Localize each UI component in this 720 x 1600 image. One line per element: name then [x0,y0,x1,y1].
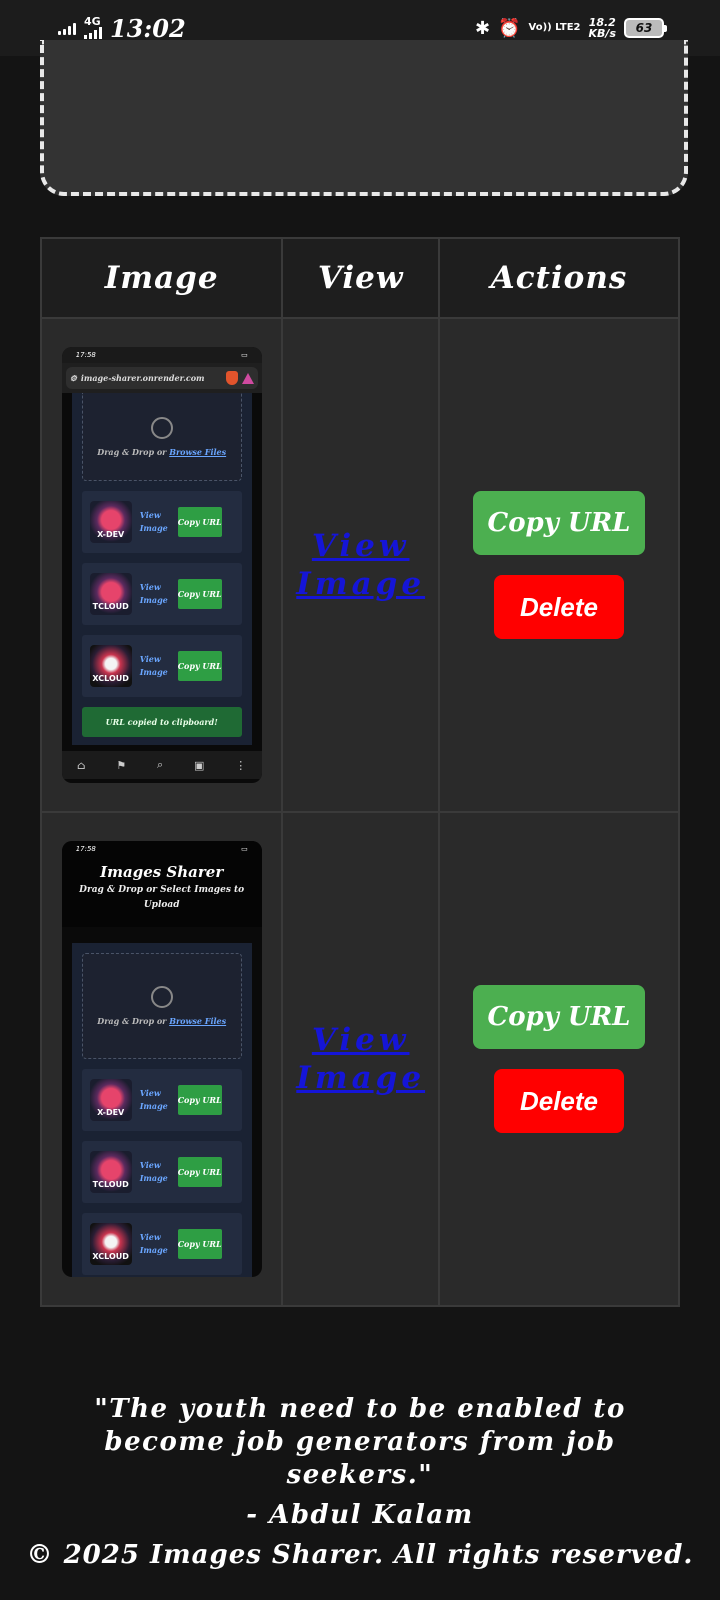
delete-button[interactable]: Delete [493,575,624,639]
thumb-view-link: View Image [139,1232,168,1255]
thumb-dropzone: Drag & Drop or Browse Files [81,393,242,481]
alarm-icon: ⏰ [498,17,521,39]
thumb-address-bar: ⚙ image-sharer.onrender.com [61,363,262,393]
thumb-drop-text: Drag & Drop or [97,446,167,457]
thumb-copy-button: Copy URL [177,507,222,537]
thumb-logo: X-DEV [89,1079,132,1121]
thumb-logo: TCLOUD [89,573,132,615]
thumb-tune-icon: ⚙ [69,373,77,383]
table-row: 17:58 ▭ ⚙ image-sharer.onrender.com Drag… [39,317,681,813]
thumb-drop-text: Drag & Drop or [97,1016,167,1026]
battery-icon: 63 [624,18,667,38]
network-type: 4G [84,15,101,28]
view-image-link[interactable]: View Image [283,527,438,603]
thumb-view-link: View Image [139,654,168,677]
thumb-dropzone: Drag & Drop or Browse Files [81,953,242,1059]
thumb-copy-button: Copy URL [177,651,222,681]
delete-button[interactable]: Delete [493,1069,624,1133]
actions-cell: Copy URL Delete [437,317,681,813]
thumb-list-item: X-DEV View Image Copy URL [81,491,242,553]
thumb-list-item: XCLOUD View Image Copy URL [81,1213,242,1275]
thumb-view-link: View Image [139,510,168,533]
thumb-search-icon: ⌕ [157,758,164,771]
copy-url-button[interactable]: Copy URL [472,985,645,1049]
status-left: 4G 13:02 [58,14,186,43]
thumb-upload-icon [150,986,173,1008]
thumb-tabs-icon: ▣ [194,758,205,772]
network-speed: 18.2 KB/s [589,17,616,39]
signal-icon [58,21,76,35]
thumb-browse-link: Browse Files [169,1016,227,1026]
header-actions: Actions [437,237,681,319]
thumb-list-item: XCLOUD View Image Copy URL [81,635,242,697]
thumb-logo: XCLOUD [89,1223,132,1265]
thumb-home-icon: ⌂ [77,758,86,772]
brave-icon [225,371,238,385]
volte-indicator: Vo)) LTE2 [528,22,581,33]
thumb-subtitle: Drag & Drop or Select Images to Upload [79,885,245,910]
thumb-copy-button: Copy URL [177,1157,222,1187]
mobile-data-icon: 4G [84,15,102,39]
header-image: Image [39,237,284,319]
thumb-toast: URL copied to clipboard! [81,707,242,737]
thumb-menu-icon: ⋮ [235,758,247,772]
thumb-view-link: View Image [139,1160,168,1183]
footer-quote: "The youth need to be enabled to become … [94,1394,626,1490]
battery-level: 63 [635,21,653,35]
thumb-copy-button: Copy URL [177,1085,222,1115]
thumb-logo: XCLOUD [89,645,132,687]
header-view: View [281,237,440,319]
view-cell: View Image [281,811,440,1307]
speed-unit: KB/s [588,27,616,40]
view-cell: View Image [281,317,440,813]
triangle-icon [241,372,254,384]
footer-author: - Abdul Kalam [246,1500,474,1530]
thumb-header: Images Sharer Drag & Drop or Select Imag… [61,857,262,927]
thumb-list-item: TCLOUD View Image Copy URL [81,1141,242,1203]
clock: 13:02 [110,13,186,43]
image-thumbnail[interactable]: 17:58 ▭ ⚙ image-sharer.onrender.com Drag… [61,347,262,783]
thumb-list-item: TCLOUD View Image Copy URL [81,563,242,625]
thumb-status-bar: 17:58 ▭ [61,841,262,857]
images-table: Image View Actions 17:58 ▭ ⚙ image-share… [39,237,681,1307]
thumb-bookmark-icon: ⚑ [116,758,127,772]
thumb-battery-icon: ▭ [241,351,248,359]
copy-url-button[interactable]: Copy URL [472,491,645,555]
image-cell: 17:58 ▭ Images Sharer Drag & Drop or Sel… [39,811,284,1307]
thumb-view-link: View Image [139,582,168,605]
table-row: 17:58 ▭ Images Sharer Drag & Drop or Sel… [39,811,681,1307]
thumb-logo: X-DEV [89,501,132,543]
thumb-panel: Drag & Drop or Browse Files X-DEV View I… [71,393,252,745]
thumb-logo: TCLOUD [89,1151,132,1193]
footer-copyright: © 2025 Images Sharer. All rights reserve… [26,1540,694,1570]
thumb-copy-button: Copy URL [177,1229,222,1259]
thumb-url: image-sharer.onrender.com [80,373,205,383]
actions-cell: Copy URL Delete [437,811,681,1307]
thumb-upload-icon [150,416,173,439]
bluetooth-icon: ✱ [474,17,491,39]
footer: "The youth need to be enabled to become … [0,1393,720,1570]
status-right: ✱ ⏰ Vo)) LTE2 18.2 KB/s 63 [474,17,667,39]
thumb-view-link: View Image [139,1088,168,1111]
view-image-link[interactable]: View Image [283,1021,438,1097]
thumb-battery-icon: ▭ [241,845,248,853]
thumb-bottom-nav: ⌂ ⚑ ⌕ ▣ ⋮ [61,751,262,779]
thumb-status-bar: 17:58 ▭ [61,347,262,363]
thumb-time: 17:58 [75,351,96,359]
image-cell: 17:58 ▭ ⚙ image-sharer.onrender.com Drag… [39,317,284,813]
upload-dropzone[interactable] [40,40,688,196]
thumb-browse-link: Browse Files [169,446,227,457]
table-header-row: Image View Actions [39,237,681,319]
thumb-list-item: X-DEV View Image Copy URL [81,1069,242,1131]
image-thumbnail[interactable]: 17:58 ▭ Images Sharer Drag & Drop or Sel… [61,841,262,1277]
thumb-panel: Drag & Drop or Browse Files X-DEV View I… [71,943,252,1277]
thumb-time: 17:58 [75,845,96,853]
thumb-copy-button: Copy URL [177,579,222,609]
thumb-title: Images Sharer [100,863,224,881]
